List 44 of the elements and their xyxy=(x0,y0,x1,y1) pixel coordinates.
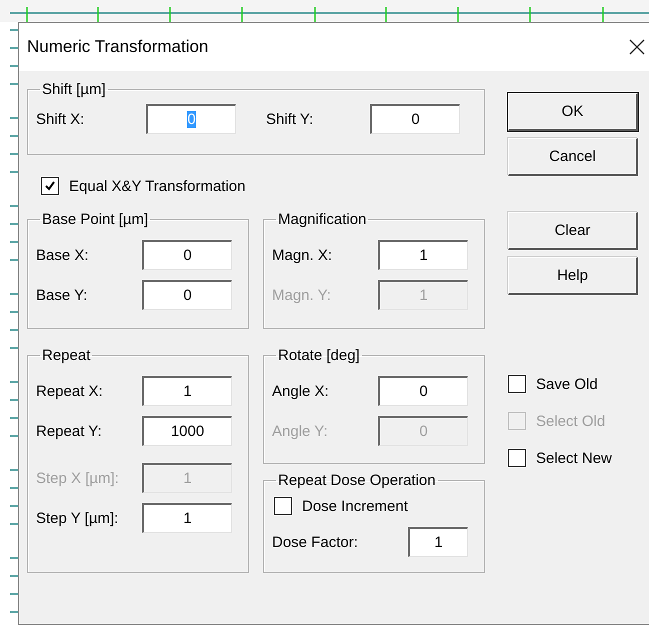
checkbox[interactable] xyxy=(274,497,292,515)
group-title: Shift [µm] xyxy=(41,81,107,98)
field-label: Base Y: xyxy=(36,286,88,304)
close-icon[interactable] xyxy=(629,39,645,55)
group-title: Magnification xyxy=(277,211,368,228)
field-label: Step X [µm]: xyxy=(36,470,120,486)
checkbox-label: Select New xyxy=(536,450,612,466)
checkbox-label: Select Old xyxy=(536,412,606,430)
group-title: Rotate [deg] xyxy=(277,347,361,364)
checkbox-label: Dose Increment xyxy=(302,498,408,514)
field-label: Magn. Y: xyxy=(272,286,332,304)
group-title: Base Point [µm] xyxy=(41,211,150,228)
dialog-button[interactable]: Help xyxy=(508,257,638,295)
field-label: Angle X: xyxy=(272,382,330,400)
checkbox[interactable] xyxy=(508,449,526,467)
check-icon xyxy=(44,180,56,192)
input-field[interactable]: 1000 xyxy=(142,416,232,446)
input-field[interactable]: 0 xyxy=(142,240,232,270)
input-field[interactable]: 1 xyxy=(378,240,468,270)
window-title: Numeric Transformation xyxy=(27,37,208,57)
input-field[interactable]: 0 xyxy=(378,376,468,406)
dialog-button[interactable]: Cancel xyxy=(508,138,638,176)
checkbox[interactable] xyxy=(41,177,59,195)
field-label: Step Y [µm]: xyxy=(36,510,120,526)
checkbox-label: Equal X&Y Transformation xyxy=(69,178,246,194)
dialog-button[interactable]: Clear xyxy=(508,212,638,250)
checkbox[interactable] xyxy=(508,375,526,393)
dialog-button[interactable]: OK xyxy=(508,93,638,131)
input-field[interactable]: 0 xyxy=(370,104,460,134)
input-field[interactable]: 1 xyxy=(408,527,468,557)
input-field[interactable]: 1 xyxy=(142,503,232,533)
field-label: Magn. X: xyxy=(272,246,334,264)
field-label: Angle Y: xyxy=(272,422,329,440)
group-title: Repeat Dose Operation xyxy=(277,472,437,489)
field-label: Repeat X: xyxy=(36,382,104,400)
field-label: Shift Y: xyxy=(266,110,314,128)
input-field[interactable]: 0 xyxy=(142,280,232,310)
field-label: Shift X: xyxy=(36,110,86,128)
group-title: Repeat xyxy=(41,347,92,364)
field-label: Repeat Y: xyxy=(36,422,103,440)
input-field[interactable]: 1 xyxy=(142,376,232,406)
field-label: Dose Factor: xyxy=(272,534,359,550)
field-label: Base X: xyxy=(36,246,90,264)
checkbox-label: Save Old xyxy=(536,376,598,392)
